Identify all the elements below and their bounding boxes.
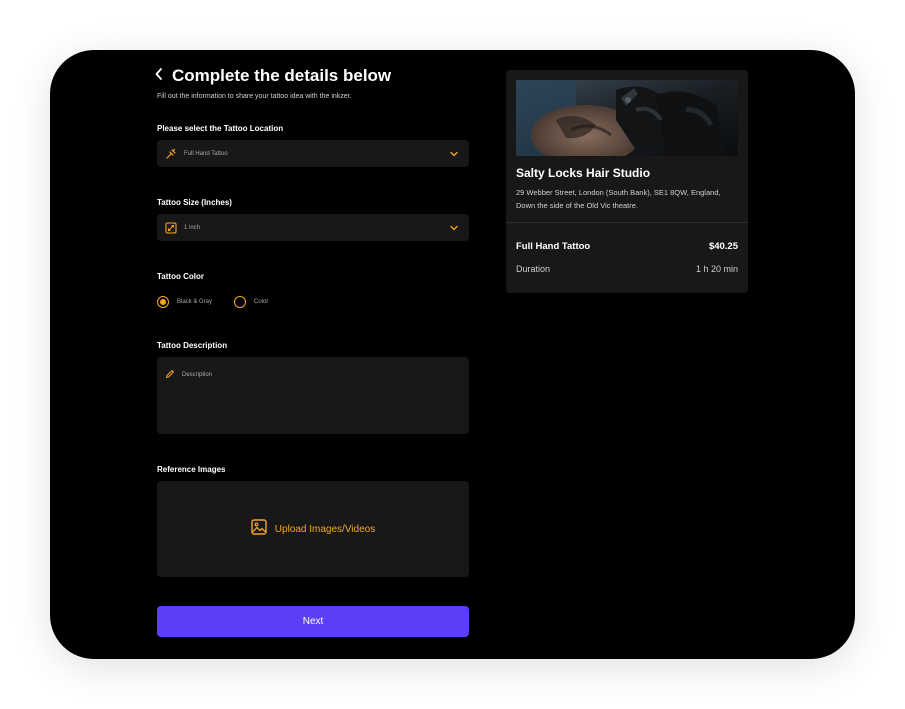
- radio-selected-indicator: [157, 296, 169, 308]
- chevron-left-icon: [155, 68, 162, 80]
- size-select[interactable]: 1 inch: [157, 214, 469, 241]
- studio-name: Salty Locks Hair Studio: [516, 166, 651, 180]
- radio-color[interactable]: Color: [234, 296, 268, 308]
- size-value: 1 inch: [184, 224, 201, 231]
- back-button[interactable]: [154, 67, 168, 87]
- radio-unselected-indicator: [234, 296, 247, 308]
- app-screen: Complete the details below Fill out the …: [50, 50, 855, 659]
- description-textarea[interactable]: Description: [157, 357, 469, 434]
- location-value: Full Hand Tattoo: [184, 150, 228, 157]
- description-placeholder: Description: [182, 372, 213, 378]
- card-divider: [506, 222, 748, 223]
- chevron-down-icon: [449, 223, 459, 233]
- next-button[interactable]: Next: [157, 606, 469, 637]
- image-icon: [251, 518, 267, 540]
- chevron-down-icon: [449, 149, 459, 159]
- resize-icon: [165, 221, 177, 234]
- page-title: Complete the details below: [172, 66, 392, 85]
- reference-label: Reference Images: [157, 465, 226, 474]
- studio-photo: [516, 80, 738, 156]
- pencil-icon: [165, 366, 175, 384]
- duration-value: 1 h 20 min: [695, 264, 738, 274]
- upload-label: Upload Images/Videos: [274, 523, 376, 535]
- radio-label: Color: [254, 299, 269, 305]
- tattoo-machine-icon: [165, 148, 177, 160]
- studio-address: 29 Webber Street, London (South Bank), S…: [516, 188, 721, 210]
- color-radio-group: Black & Gray Color: [157, 296, 290, 308]
- location-label: Please select the Tattoo Location: [157, 124, 284, 133]
- service-name: Full Hand Tattoo: [516, 241, 591, 252]
- description-label: Tattoo Description: [157, 341, 228, 350]
- radio-black-gray[interactable]: Black & Gray: [157, 296, 212, 308]
- radio-label: Black & Gray: [177, 299, 213, 305]
- page-subtitle: Fill out the information to share your t…: [157, 93, 352, 100]
- size-label: Tattoo Size (Inches): [157, 198, 232, 207]
- color-label: Tattoo Color: [157, 272, 204, 281]
- studio-card: Salty Locks Hair Studio 29 Webber Street…: [506, 70, 748, 293]
- upload-area[interactable]: Upload Images/Videos: [157, 481, 469, 577]
- duration-label: Duration: [516, 264, 551, 274]
- location-select[interactable]: Full Hand Tattoo: [157, 140, 469, 167]
- service-price: $40.25: [708, 241, 738, 252]
